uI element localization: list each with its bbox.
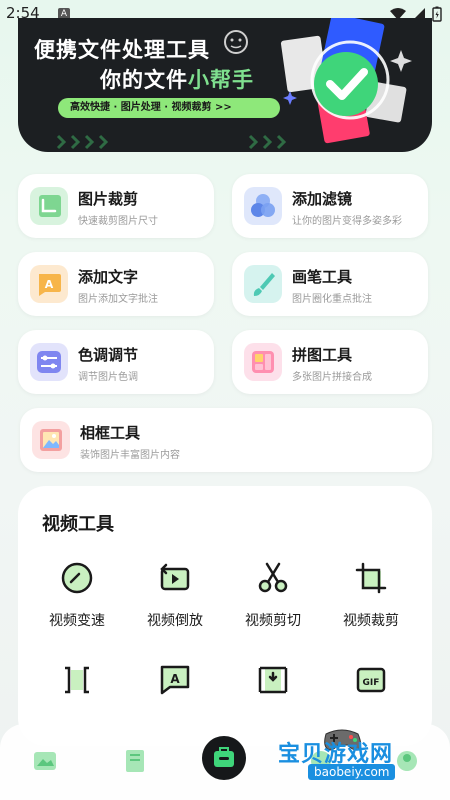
compress-icon — [258, 666, 288, 694]
video-tools-panel: 视频工具 视频变速 视频倒放 视频剪切 视频裁剪 A GIF — [18, 486, 432, 746]
video-split-button[interactable] — [32, 662, 122, 702]
card-image-crop[interactable]: 图片裁剪 快速裁剪图片尺寸 — [18, 174, 214, 238]
brush-icon — [244, 265, 282, 303]
video-crop-button[interactable]: 视频裁剪 — [326, 560, 416, 630]
card-subtitle: 图片圈化重点批注 — [292, 294, 372, 305]
sliders-icon — [30, 343, 68, 381]
video-tool-label: 视频变速 — [49, 613, 105, 629]
card-subtitle: 让你的图片变得多姿多彩 — [292, 216, 402, 227]
video-compress-button[interactable] — [228, 662, 318, 702]
filter-icon — [244, 187, 282, 225]
card-subtitle: 调节图片色调 — [78, 372, 138, 383]
card-collage-tool[interactable]: 拼图工具 多张图片拼接合成 — [232, 330, 428, 394]
banner-feature-pill[interactable]: 高效快捷 · 图片处理 · 视频裁剪 >> — [58, 98, 280, 118]
video-subtitle-button[interactable]: A — [130, 662, 220, 702]
card-title: 相框工具 — [80, 424, 141, 442]
banner-subtitle-prefix: 你的文件 — [100, 68, 188, 92]
split-icon — [65, 666, 89, 694]
nav-profile-icon[interactable] — [392, 746, 422, 776]
svg-text:GIF: GIF — [363, 678, 380, 688]
banner-check-illustration — [280, 18, 412, 144]
video-gif-button[interactable]: GIF — [326, 662, 416, 702]
scissors-icon — [258, 562, 288, 593]
nav-toolbox-button[interactable] — [202, 736, 246, 780]
collage-icon — [244, 343, 282, 381]
video-reverse-button[interactable]: 视频倒放 — [130, 560, 220, 630]
svg-text:A: A — [45, 278, 54, 291]
battery-icon — [432, 6, 442, 22]
promo-banner[interactable]: 便携文件处理工具 你的文件小帮手 高效快捷 · 图片处理 · 视频裁剪 >> — [18, 18, 432, 152]
frame-icon — [32, 421, 70, 459]
toolbox-icon — [214, 747, 234, 767]
card-add-filter[interactable]: 添加滤镜 让你的图片变得多姿多彩 — [232, 174, 428, 238]
card-subtitle: 图片添加文字批注 — [78, 294, 158, 305]
crop-icon — [30, 187, 68, 225]
card-title: 图片裁剪 — [78, 190, 139, 208]
video-speed-button[interactable]: 视频变速 — [32, 560, 122, 630]
video-crop-icon — [355, 562, 387, 594]
card-title: 拼图工具 — [292, 346, 353, 364]
video-tool-label: 视频倒放 — [147, 613, 203, 629]
card-add-text[interactable]: A 添加文字 图片添加文字批注 — [18, 252, 214, 316]
card-subtitle: 装饰图片丰富图片内容 — [80, 450, 180, 461]
banner-subtitle: 你的文件小帮手 — [100, 64, 254, 94]
video-tool-label: 视频剪切 — [245, 613, 301, 629]
svg-text:A: A — [170, 672, 180, 686]
card-title: 添加滤镜 — [292, 190, 353, 208]
nav-document-icon[interactable] — [120, 746, 150, 776]
card-title: 色调调节 — [78, 346, 139, 364]
banner-title: 便携文件处理工具 — [34, 38, 210, 62]
reverse-icon — [160, 563, 190, 591]
subtitle-icon: A — [160, 665, 190, 695]
banner-subtitle-highlight: 小帮手 — [188, 68, 254, 92]
card-title: 画笔工具 — [292, 268, 353, 286]
card-subtitle: 多张图片拼接合成 — [292, 372, 372, 383]
video-tool-label: 视频裁剪 — [343, 613, 399, 629]
speed-icon — [61, 562, 93, 594]
card-title: 添加文字 — [78, 268, 139, 286]
card-color-tone[interactable]: 色调调节 调节图片色调 — [18, 330, 214, 394]
text-icon: A — [30, 265, 68, 303]
gif-icon: GIF — [356, 667, 386, 693]
bottom-navigation: 宝贝游戏网 baobeiy.com — [0, 724, 450, 800]
card-subtitle: 快速裁剪图片尺寸 — [78, 216, 158, 227]
video-cut-button[interactable]: 视频剪切 — [228, 560, 318, 630]
card-brush-tool[interactable]: 画笔工具 图片圈化重点批注 — [232, 252, 428, 316]
card-frame-tool[interactable]: 相框工具 装饰图片丰富图片内容 — [20, 408, 432, 472]
video-section-title: 视频工具 — [42, 514, 114, 535]
watermark-url: baobeiy.com — [308, 764, 396, 780]
nav-image-icon[interactable] — [30, 746, 60, 776]
